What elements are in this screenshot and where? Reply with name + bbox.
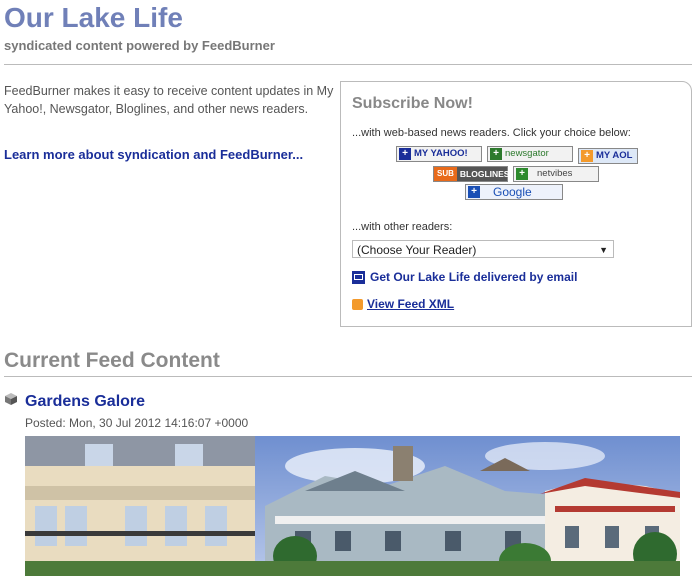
post-photo — [25, 436, 680, 576]
subscribe-box: Subscribe Now! ...with web-based news re… — [340, 81, 692, 327]
cube-icon — [5, 393, 17, 405]
newsgator-label: newsgator — [505, 148, 549, 159]
xml-link-label: View Feed XML — [367, 297, 455, 311]
feed-divider — [4, 376, 692, 377]
chevron-down-icon: ▼ — [599, 245, 608, 255]
email-link-label: Get Our Lake Life delivered by email — [370, 270, 578, 284]
subscribe-heading: Subscribe Now! — [352, 95, 473, 112]
my-yahoo-button[interactable]: + MY YAHOO! — [396, 146, 482, 162]
plus-icon: + — [468, 186, 480, 198]
view-feed-xml-link[interactable]: View Feed XML — [352, 297, 454, 311]
rss-icon — [352, 298, 363, 310]
reader-select-value: (Choose Your Reader) — [357, 243, 477, 257]
feed-heading: Current Feed Content — [4, 349, 220, 372]
other-readers-prompt: ...with other readers: — [352, 221, 453, 233]
plus-icon: + — [490, 148, 502, 160]
google-label: Google — [493, 185, 532, 199]
sub-tag: SUB — [434, 167, 457, 181]
page-subtitle: syndicated content powered by FeedBurner — [4, 38, 275, 53]
post-title-link[interactable]: Gardens Galore — [25, 393, 145, 411]
newsgator-button[interactable]: + newsgator — [487, 146, 573, 162]
my-aol-label: MY AOL — [596, 150, 633, 161]
web-readers-prompt: ...with web-based news readers. Click yo… — [352, 127, 631, 139]
plus-icon: + — [581, 150, 593, 162]
post-date: Posted: Mon, 30 Jul 2012 14:16:07 +0000 — [25, 416, 248, 430]
google-button[interactable]: + Google — [465, 184, 563, 200]
reader-select[interactable]: (Choose Your Reader) ▼ — [352, 240, 614, 258]
plus-icon: + — [399, 148, 411, 160]
learn-more-link[interactable]: Learn more about syndication and FeedBur… — [4, 147, 303, 162]
intro-text: FeedBurner makes it easy to receive cont… — [4, 84, 334, 116]
header-divider — [4, 64, 692, 65]
my-aol-button[interactable]: + MY AOL — [578, 148, 638, 164]
page-title: Our Lake Life — [4, 2, 183, 33]
bloglines-label: BLOGLINES — [459, 169, 510, 179]
posted-date-value: Mon, 30 Jul 2012 14:16:07 +0000 — [69, 416, 249, 430]
plus-icon: + — [516, 168, 528, 180]
posted-label: Posted: — [25, 416, 66, 430]
my-yahoo-label: MY YAHOO! — [414, 148, 468, 159]
envelope-icon — [352, 270, 365, 284]
bloglines-button[interactable]: SUB BLOGLINES — [433, 166, 510, 182]
email-subscribe-link[interactable]: Get Our Lake Life delivered by email — [352, 270, 577, 284]
netvibes-button[interactable]: + netvibes — [513, 166, 599, 182]
netvibes-label: netvibes — [537, 168, 573, 179]
